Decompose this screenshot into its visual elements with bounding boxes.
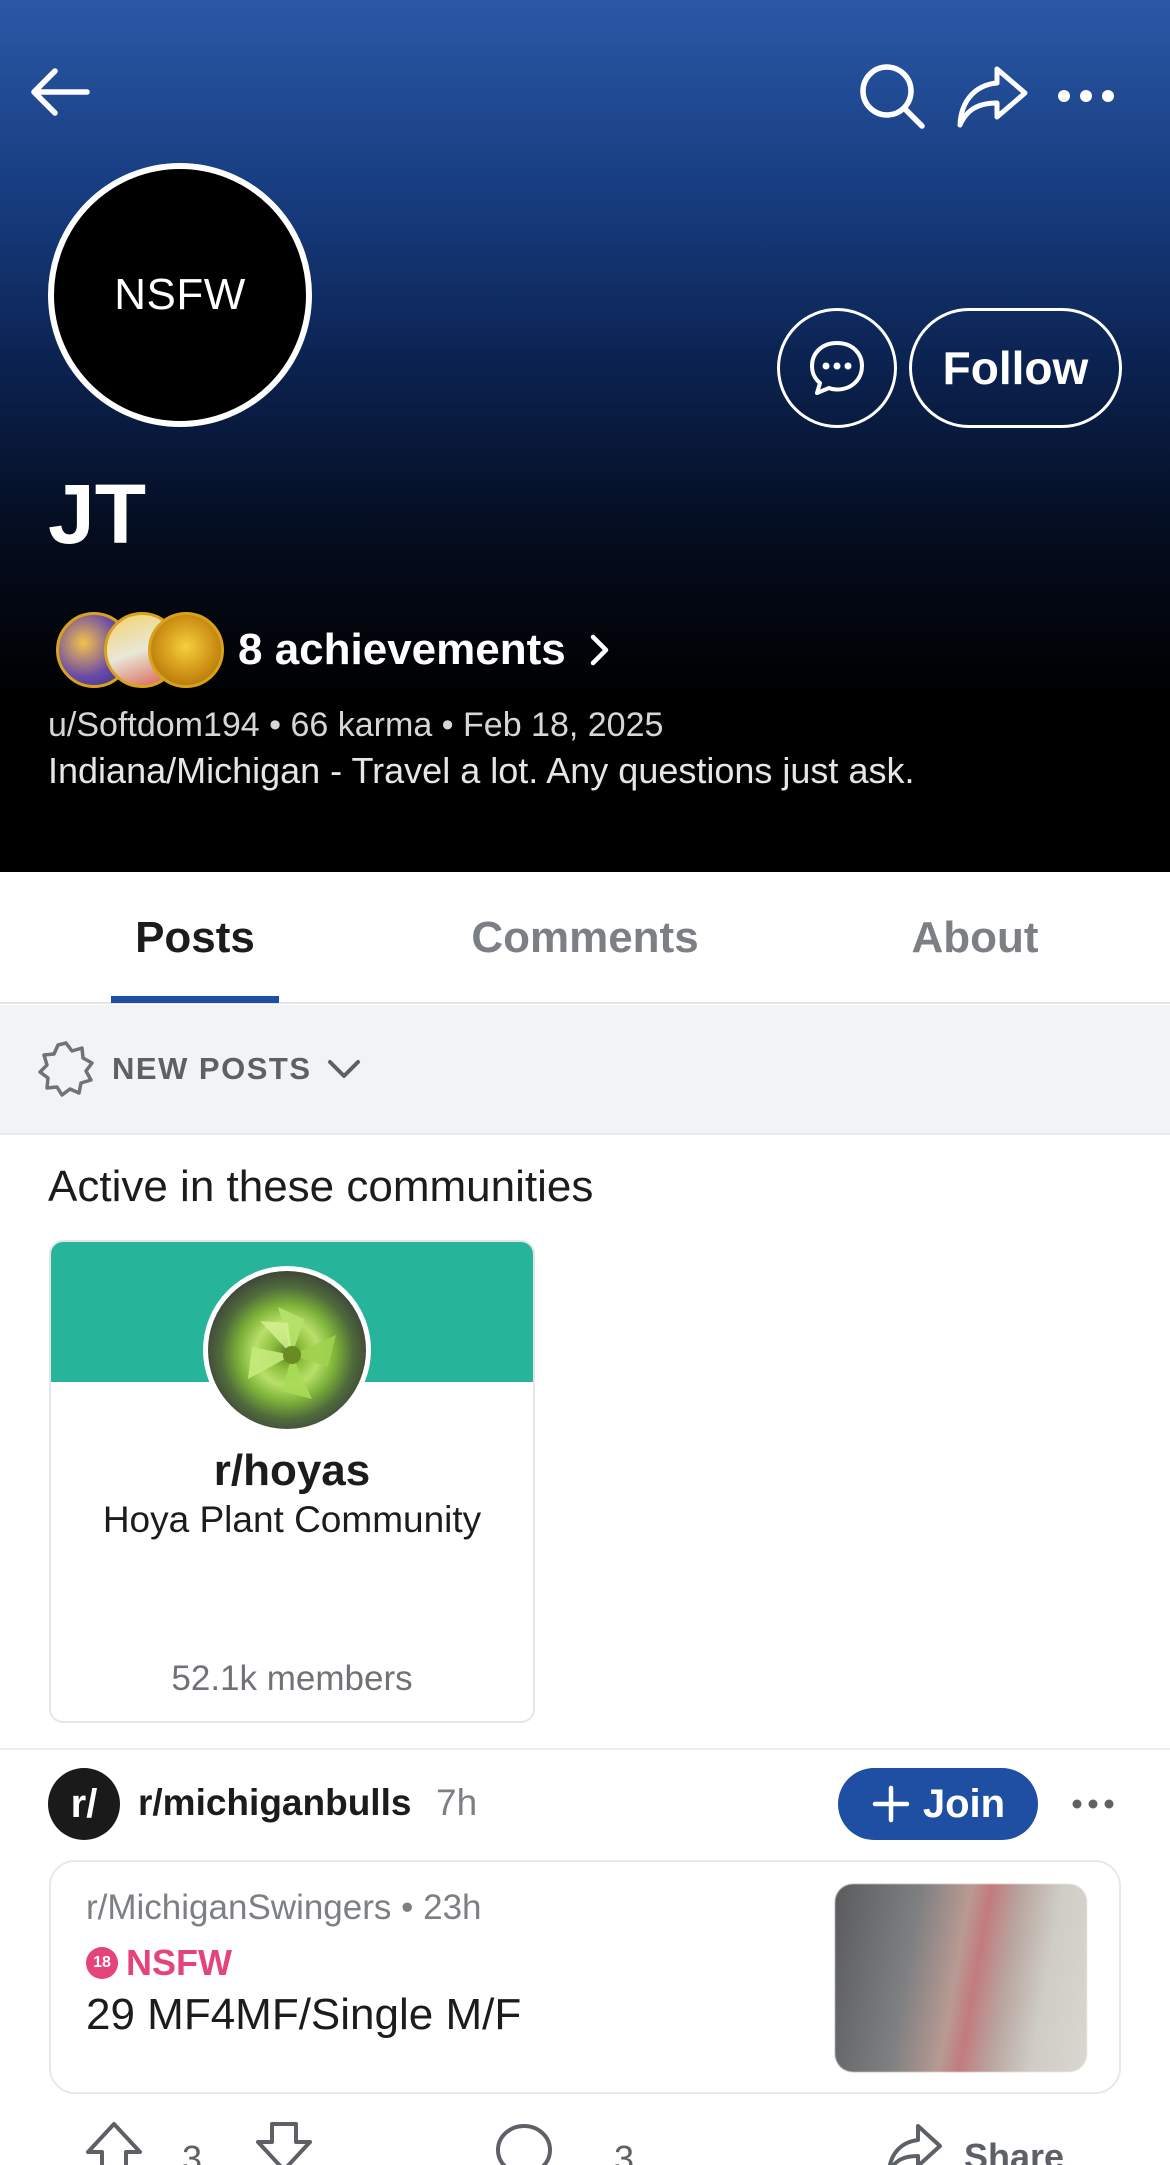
community-name: r/hoyas xyxy=(213,1446,371,1495)
nsfw-18-icon: 18 xyxy=(86,1947,118,1979)
share-profile-button[interactable] xyxy=(952,56,1032,136)
share-icon xyxy=(887,2124,942,2165)
achievements-label: 8 achievements xyxy=(238,625,566,674)
sort-dropdown[interactable]: NEW POSTS xyxy=(36,1039,362,1099)
more-options-button[interactable] xyxy=(1046,56,1126,136)
comments-button[interactable] xyxy=(494,2120,554,2165)
hoya-flower-icon xyxy=(248,1307,336,1399)
communities-section-title: Active in these communities xyxy=(48,1162,594,1211)
subreddit-icon-label: r/ xyxy=(70,1781,98,1826)
profile-header: NSFW Follow JT 8 achievements u/Softdom1… xyxy=(0,0,1170,872)
chat-button[interactable] xyxy=(777,308,897,428)
upvote-arrow-icon xyxy=(86,2122,142,2165)
post-more-button[interactable] xyxy=(1068,1782,1118,1826)
downvote-button[interactable] xyxy=(254,2120,314,2165)
burst-new-icon xyxy=(38,1041,94,1097)
sort-label: NEW POSTS xyxy=(112,1051,312,1086)
crosspost-thumbnail[interactable] xyxy=(835,1884,1087,2072)
achievement-badge-icon xyxy=(148,612,224,688)
upvote-button[interactable] xyxy=(84,2120,144,2165)
tab-posts[interactable]: Posts xyxy=(110,872,280,1004)
post-age: 7h xyxy=(436,1782,478,1823)
crosspost-card[interactable]: r/MichiganSwingers • 23h 18 NSFW 29 MF4M… xyxy=(49,1860,1121,2094)
achievements-row[interactable]: 8 achievements xyxy=(56,610,612,690)
crosspost-title: 29 MF4MF/Single M/F xyxy=(86,1990,522,2039)
follow-label: Follow xyxy=(942,342,1089,394)
community-card[interactable]: r/hoyas Hoya Plant Community 52.1k membe… xyxy=(49,1240,535,1723)
profile-bio: Indiana/Michigan - Travel a lot. Any que… xyxy=(48,750,915,791)
chevron-down-icon xyxy=(326,1057,362,1081)
plus-icon xyxy=(872,1785,910,1823)
achievement-badges xyxy=(56,610,224,690)
active-tab-indicator xyxy=(111,996,279,1003)
post-header: r/ r/michiganbulls 7h Join xyxy=(48,1768,1128,1842)
vote-score: 3 xyxy=(182,2138,203,2165)
subreddit-icon[interactable]: r/ xyxy=(48,1768,120,1840)
downvote-arrow-icon xyxy=(256,2122,312,2165)
share-icon xyxy=(957,66,1028,128)
tab-comments[interactable]: Comments xyxy=(440,872,730,1004)
community-members: 52.1k members xyxy=(171,1659,413,1698)
nsfw-label: NSFW xyxy=(126,1942,232,1983)
nsfw-tag: 18 NSFW xyxy=(86,1942,232,1984)
more-horizontal-icon xyxy=(1058,90,1114,102)
post-action-bar: 3 3 Share xyxy=(0,2120,1170,2165)
share-label[interactable]: Share xyxy=(964,2136,1064,2165)
search-button[interactable] xyxy=(852,56,932,136)
tab-about[interactable]: About xyxy=(880,872,1070,1004)
crosspost-meta: r/MichiganSwingers • 23h xyxy=(86,1888,482,1927)
profile-meta: u/Softdom194 • 66 karma • Feb 18, 2025 xyxy=(48,706,664,744)
profile-avatar[interactable]: NSFW xyxy=(48,163,312,427)
community-avatar xyxy=(203,1266,371,1434)
more-horizontal-icon xyxy=(1072,1799,1114,1809)
share-button[interactable] xyxy=(884,2120,944,2165)
chat-bubble-icon xyxy=(810,341,864,395)
avatar-label: NSFW xyxy=(114,270,246,319)
join-button[interactable]: Join xyxy=(838,1768,1038,1840)
subreddit-name[interactable]: r/michiganbulls xyxy=(138,1782,411,1824)
arrow-left-icon xyxy=(31,68,90,116)
chevron-right-icon xyxy=(588,632,612,668)
sort-bar: NEW POSTS xyxy=(0,1005,1170,1135)
section-divider xyxy=(0,1748,1170,1750)
back-button[interactable] xyxy=(20,52,100,132)
join-label: Join xyxy=(922,1781,1006,1826)
community-description: Hoya Plant Community xyxy=(102,1499,482,1540)
display-name: JT xyxy=(48,467,147,561)
comment-count: 3 xyxy=(614,2138,635,2165)
follow-button[interactable]: Follow xyxy=(909,308,1122,428)
comment-bubble-icon xyxy=(496,2124,552,2165)
profile-tabs: Posts Comments About xyxy=(0,872,1170,1004)
search-icon xyxy=(860,64,925,129)
